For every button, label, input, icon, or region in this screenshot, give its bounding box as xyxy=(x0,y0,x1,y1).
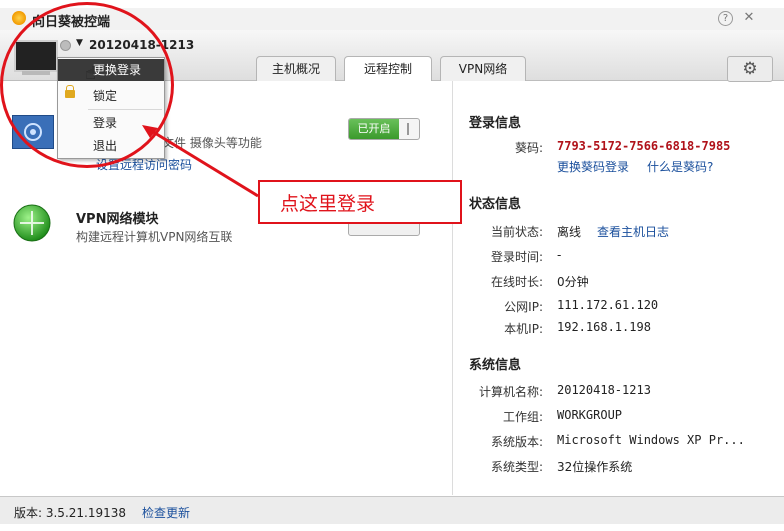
status-info-heading: 状态信息 xyxy=(469,197,522,212)
lock-icon xyxy=(65,85,75,98)
computer-name-value: 20120418-1213 xyxy=(557,383,651,397)
local-ip-value: 192.168.1.198 xyxy=(557,320,651,334)
toggle-knob xyxy=(407,123,409,135)
tab-overview[interactable]: 主机概况 xyxy=(256,56,336,81)
public-ip-value: 111.172.61.120 xyxy=(557,298,659,312)
menu-item-label: 锁定 xyxy=(93,89,118,103)
chevron-down-icon[interactable]: ▼ xyxy=(76,38,83,48)
login-time-value: - xyxy=(557,248,562,262)
view-host-log-link[interactable]: 查看主机日志 xyxy=(597,223,669,240)
menu-item-label: 更换登录 xyxy=(93,63,142,77)
menu-item-switch-login[interactable]: 更换登录 xyxy=(58,59,164,81)
online-duration-value: 0分钟 xyxy=(557,275,589,289)
workgroup-value: WORKGROUP xyxy=(557,408,623,422)
os-type-label: 系统类型: xyxy=(490,460,543,474)
vpn-module-desc: 构建远程计算机VPN网络互联 xyxy=(76,230,233,244)
tab-remote-control[interactable]: 远程控制 xyxy=(344,56,432,81)
vpn-module-title: VPN网络模块 xyxy=(76,212,159,227)
os-type-value: 32位操作系统 xyxy=(557,460,633,474)
remote-module-desc: 文件 摄像头等功能 xyxy=(162,136,262,150)
menu-item-login[interactable]: 登录 xyxy=(58,112,164,134)
menu-item-exit[interactable]: 退出 xyxy=(58,135,164,157)
sunflower-logo-icon xyxy=(12,11,26,25)
login-time-label: 登录时间: xyxy=(490,250,543,264)
status-label: 当前状态: xyxy=(490,225,543,239)
what-is-code-link[interactable]: 什么是葵码? xyxy=(647,158,713,175)
account-dropdown-menu: 更换登录 锁定 登录 退出 xyxy=(57,57,165,159)
menu-item-lock[interactable]: 锁定 xyxy=(58,85,164,107)
public-ip-label: 公网IP: xyxy=(504,300,543,314)
window-title: 向日葵被控端 xyxy=(32,15,111,30)
code-label: 葵码: xyxy=(514,141,543,155)
workgroup-label: 工作组: xyxy=(502,410,543,424)
menu-item-label: 退出 xyxy=(93,139,118,153)
status-value: 离线 xyxy=(557,225,582,239)
os-version-label: 系统版本: xyxy=(490,435,543,449)
monitor-stand xyxy=(22,71,50,75)
host-name[interactable]: 20120418-1213 xyxy=(89,38,194,52)
menu-separator xyxy=(88,109,162,110)
os-version-value: Microsoft Windows XP Pr... xyxy=(557,433,745,447)
monitor-icon xyxy=(14,40,58,72)
hand-cursor-icon: ☝ xyxy=(85,63,96,84)
status-footer: 版本: 3.5.21.19138 检查更新 xyxy=(0,496,784,524)
vpn-globe-icon xyxy=(12,203,52,243)
login-info-heading: 登录信息 xyxy=(469,116,522,131)
help-icon[interactable]: ? xyxy=(718,11,733,26)
remote-desktop-icon xyxy=(12,115,54,149)
version-text: 版本: 3.5.21.19138 xyxy=(14,506,127,520)
remote-module-toggle[interactable]: 已开启 xyxy=(348,118,420,140)
computer-name-label: 计算机名称: xyxy=(478,385,543,399)
close-icon[interactable]: ✕ xyxy=(741,10,757,26)
local-ip-label: 本机IP: xyxy=(504,322,543,336)
check-update-link[interactable]: 检查更新 xyxy=(142,504,190,521)
app-window: 向日葵被控端 ? ✕ ▼ 20120418-1213 主机概况 远程控制 VPN… xyxy=(0,0,784,531)
sunlogin-code: 7793-5172-7566-6818-7985 xyxy=(557,139,731,153)
info-panel: 登录信息 葵码: 7793-5172-7566-6818-7985 更换葵码登录… xyxy=(452,81,784,495)
offline-status-icon xyxy=(60,40,71,51)
online-duration-label: 在线时长: xyxy=(490,275,543,289)
toggle-on-label: 已开启 xyxy=(349,119,399,139)
tab-vpn[interactable]: VPN网络 xyxy=(440,56,526,81)
title-bar[interactable]: 向日葵被控端 ? ✕ xyxy=(0,8,784,30)
gear-icon[interactable]: ⚙ xyxy=(727,56,773,82)
annotation-callout: 点这里登录 xyxy=(258,180,462,224)
change-code-link[interactable]: 更换葵码登录 xyxy=(557,158,629,175)
system-info-heading: 系统信息 xyxy=(469,358,522,373)
menu-item-label: 登录 xyxy=(93,116,118,130)
